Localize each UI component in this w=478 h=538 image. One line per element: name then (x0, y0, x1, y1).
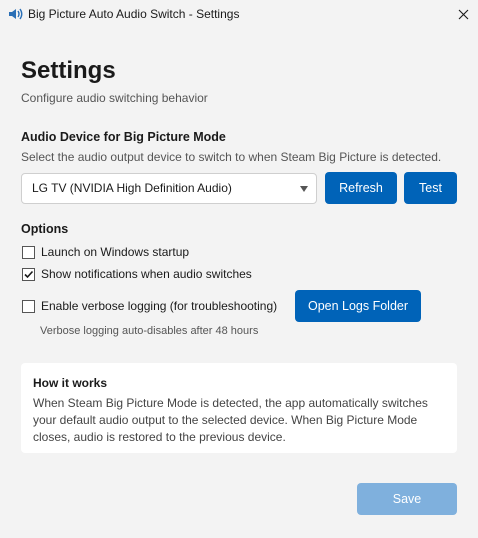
speaker-icon (7, 6, 23, 22)
close-button[interactable] (448, 0, 478, 28)
page-title: Settings (21, 57, 116, 84)
launch-startup-checkbox[interactable] (22, 245, 35, 259)
verbose-logging-label: Enable verbose logging (for troubleshoot… (41, 299, 278, 313)
chevron-down-icon (300, 186, 308, 192)
open-logs-folder-button[interactable]: Open Logs Folder (295, 290, 421, 322)
how-it-works-title: How it works (33, 376, 108, 390)
how-it-works-body: When Steam Big Picture Mode is detected,… (33, 396, 428, 444)
audio-device-dropdown[interactable]: LG TV (NVIDIA High Definition Audio) (21, 173, 317, 204)
show-notifications-option[interactable]: Show notifications when audio switches (22, 266, 252, 282)
test-button[interactable]: Test (404, 172, 457, 204)
verbose-logging-hint: Verbose logging auto-disables after 48 h… (40, 325, 259, 337)
page-subtitle: Configure audio switching behavior (21, 91, 208, 105)
verbose-logging-checkbox[interactable] (22, 299, 35, 313)
show-notifications-label: Show notifications when audio switches (41, 267, 252, 281)
audio-device-section-title: Audio Device for Big Picture Mode (21, 130, 226, 144)
launch-startup-label: Launch on Windows startup (41, 245, 190, 259)
verbose-logging-option[interactable]: Enable verbose logging (for troubleshoot… (22, 298, 277, 314)
checkmark-icon (24, 270, 34, 278)
how-it-works-card: How it works When Steam Big Picture Mode… (21, 363, 457, 453)
audio-device-description: Select the audio output device to switch… (21, 150, 442, 164)
refresh-button[interactable]: Refresh (325, 172, 397, 204)
close-icon (458, 9, 468, 19)
options-section-title: Options (21, 222, 69, 236)
window-title: Big Picture Auto Audio Switch - Settings (28, 7, 240, 21)
save-button[interactable]: Save (357, 483, 457, 515)
audio-device-selected-value: LG TV (NVIDIA High Definition Audio) (32, 181, 232, 195)
show-notifications-checkbox[interactable] (22, 267, 35, 281)
title-bar: Big Picture Auto Audio Switch - Settings (0, 0, 478, 28)
launch-startup-option[interactable]: Launch on Windows startup (22, 244, 189, 260)
